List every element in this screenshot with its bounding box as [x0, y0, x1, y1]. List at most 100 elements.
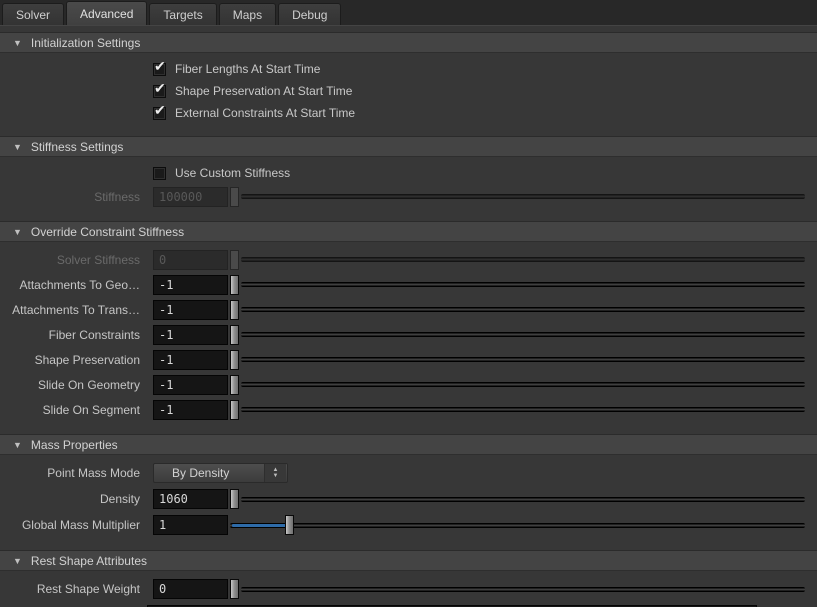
slider-track	[230, 523, 805, 528]
slide-on-geometry-label: Slide On Geometry	[0, 378, 140, 392]
section-header-mass-properties[interactable]: ▼ Mass Properties	[0, 434, 817, 455]
check-icon: ✔	[154, 103, 166, 117]
arrow-down-icon: ▼	[273, 473, 279, 479]
tab-bar: Solver Advanced Targets Maps Debug	[0, 0, 817, 26]
solver-stiffness-row: Solver Stiffness 0	[0, 247, 817, 272]
density-input[interactable]: 1060	[153, 489, 228, 509]
slider-handle[interactable]	[230, 489, 239, 509]
external-constraints-checkbox[interactable]: ✔	[153, 107, 166, 120]
fiber-lengths-checkbox[interactable]: ✔	[153, 63, 166, 76]
slide-on-geometry-input[interactable]: -1	[153, 375, 228, 395]
global-mass-multiplier-input[interactable]: 1	[153, 515, 228, 535]
tab-advanced[interactable]: Advanced	[66, 1, 147, 25]
tab-solver[interactable]: Solver	[2, 3, 64, 25]
point-mass-mode-label: Point Mass Mode	[0, 466, 140, 480]
slide-on-segment-row: Slide On Segment -1	[0, 397, 817, 422]
rest-shape-weight-label: Rest Shape Weight	[0, 582, 140, 596]
collapse-triangle-icon: ▼	[13, 227, 22, 237]
shape-preservation-start-row: ✔ Shape Preservation At Start Time	[0, 80, 817, 102]
rest-shape-weight-row: Rest Shape Weight 0	[0, 576, 817, 602]
use-custom-stiffness-checkbox[interactable]	[153, 167, 166, 180]
slider-track[interactable]	[241, 407, 805, 412]
density-label: Density	[0, 492, 140, 506]
solver-stiffness-label: Solver Stiffness	[0, 253, 140, 267]
section-title: Rest Shape Attributes	[31, 554, 147, 568]
section-header-stiffness-settings[interactable]: ▼ Stiffness Settings	[0, 136, 817, 157]
density-row: Density 1060	[0, 486, 817, 512]
initialization-settings-body: ✔ Fiber Lengths At Start Time ✔ Shape Pr…	[0, 53, 817, 130]
mass-properties-body: Point Mass Mode By Density ▲ ▼ Density 1…	[0, 455, 817, 544]
point-mass-mode-row: Point Mass Mode By Density ▲ ▼	[0, 460, 817, 486]
slider-track[interactable]	[241, 307, 805, 312]
attachments-to-geo-input[interactable]: -1	[153, 275, 228, 295]
external-constraints-row: ✔ External Constraints At Start Time	[0, 102, 817, 124]
checkbox-label: Fiber Lengths At Start Time	[175, 62, 320, 76]
slider-handle[interactable]	[230, 400, 239, 420]
slider-track[interactable]	[241, 257, 805, 262]
slider-handle[interactable]	[285, 515, 294, 535]
slider-handle[interactable]	[230, 187, 239, 207]
slider-handle[interactable]	[230, 250, 239, 270]
slide-on-geometry-row: Slide On Geometry -1	[0, 372, 817, 397]
dropdown-selected-value: By Density	[154, 466, 264, 480]
global-mass-multiplier-row: Global Mass Multiplier 1	[0, 512, 817, 538]
shape-preservation-input[interactable]: -1	[153, 350, 228, 370]
slider-track[interactable]	[241, 357, 805, 362]
section-title: Stiffness Settings	[31, 140, 124, 154]
check-icon: ✔	[154, 59, 166, 73]
attachments-to-trans-row: Attachments To Trans… -1	[0, 297, 817, 322]
slider-handle[interactable]	[230, 350, 239, 370]
section-header-override-constraint-stiffness[interactable]: ▼ Override Constraint Stiffness	[0, 221, 817, 242]
slider-track[interactable]	[241, 332, 805, 337]
point-mass-mode-dropdown[interactable]: By Density ▲ ▼	[153, 463, 288, 483]
checkbox-label: Use Custom Stiffness	[175, 166, 290, 180]
tab-targets[interactable]: Targets	[149, 3, 216, 25]
collapse-triangle-icon: ▼	[13, 556, 22, 566]
slider-handle[interactable]	[230, 579, 239, 599]
stiffness-row: Stiffness 100000	[0, 184, 817, 209]
fiber-constraints-label: Fiber Constraints	[0, 328, 140, 342]
section-header-initialization-settings[interactable]: ▼ Initialization Settings	[0, 32, 817, 53]
collapse-triangle-icon: ▼	[13, 142, 22, 152]
attachments-to-geo-label: Attachments To Geo…	[0, 278, 140, 292]
slider-handle[interactable]	[230, 325, 239, 345]
section-title: Mass Properties	[31, 438, 118, 452]
slider-track[interactable]	[241, 497, 805, 502]
slider-fill	[232, 524, 287, 527]
shape-preservation-label: Shape Preservation	[0, 353, 140, 367]
collapse-triangle-icon: ▼	[13, 440, 22, 450]
slide-on-segment-input[interactable]: -1	[153, 400, 228, 420]
tab-maps[interactable]: Maps	[219, 3, 276, 25]
spinner-arrows-icon: ▲ ▼	[264, 464, 286, 482]
attachments-to-geo-row: Attachments To Geo… -1	[0, 272, 817, 297]
section-title: Initialization Settings	[31, 36, 140, 50]
attachments-to-trans-input[interactable]: -1	[153, 300, 228, 320]
solver-stiffness-input[interactable]: 0	[153, 250, 228, 270]
tab-debug[interactable]: Debug	[278, 3, 341, 25]
checkbox-label: External Constraints At Start Time	[175, 106, 355, 120]
slider-track[interactable]	[241, 382, 805, 387]
global-mass-multiplier-slider[interactable]	[230, 515, 805, 535]
stiffness-settings-body: Use Custom Stiffness Stiffness 100000	[0, 157, 817, 215]
attachments-to-trans-label: Attachments To Trans…	[0, 303, 140, 317]
section-header-rest-shape-attributes[interactable]: ▼ Rest Shape Attributes	[0, 550, 817, 571]
fiber-constraints-input[interactable]: -1	[153, 325, 228, 345]
rest-shape-mesh-row: Rest Shape Mesh ↷	[0, 602, 817, 607]
stiffness-input[interactable]: 100000	[153, 187, 228, 207]
slider-track[interactable]	[241, 587, 805, 592]
attribute-editor-panel: Solver Advanced Targets Maps Debug ▼ Ini…	[0, 0, 817, 607]
slider-handle[interactable]	[230, 375, 239, 395]
rest-shape-weight-input[interactable]: 0	[153, 579, 228, 599]
stiffness-label: Stiffness	[0, 190, 140, 204]
slider-track[interactable]	[241, 282, 805, 287]
collapse-triangle-icon: ▼	[13, 38, 22, 48]
fiber-constraints-row: Fiber Constraints -1	[0, 322, 817, 347]
slider-track[interactable]	[241, 194, 805, 199]
slider-handle[interactable]	[230, 275, 239, 295]
use-custom-stiffness-row: Use Custom Stiffness	[0, 162, 817, 184]
rest-shape-attributes-body: Rest Shape Weight 0 Rest Shape Mesh ↷	[0, 571, 817, 607]
override-constraint-stiffness-body: Solver Stiffness 0 Attachments To Geo… -…	[0, 242, 817, 428]
slider-handle[interactable]	[230, 300, 239, 320]
global-mass-multiplier-label: Global Mass Multiplier	[0, 518, 140, 532]
shape-preservation-checkbox[interactable]: ✔	[153, 85, 166, 98]
